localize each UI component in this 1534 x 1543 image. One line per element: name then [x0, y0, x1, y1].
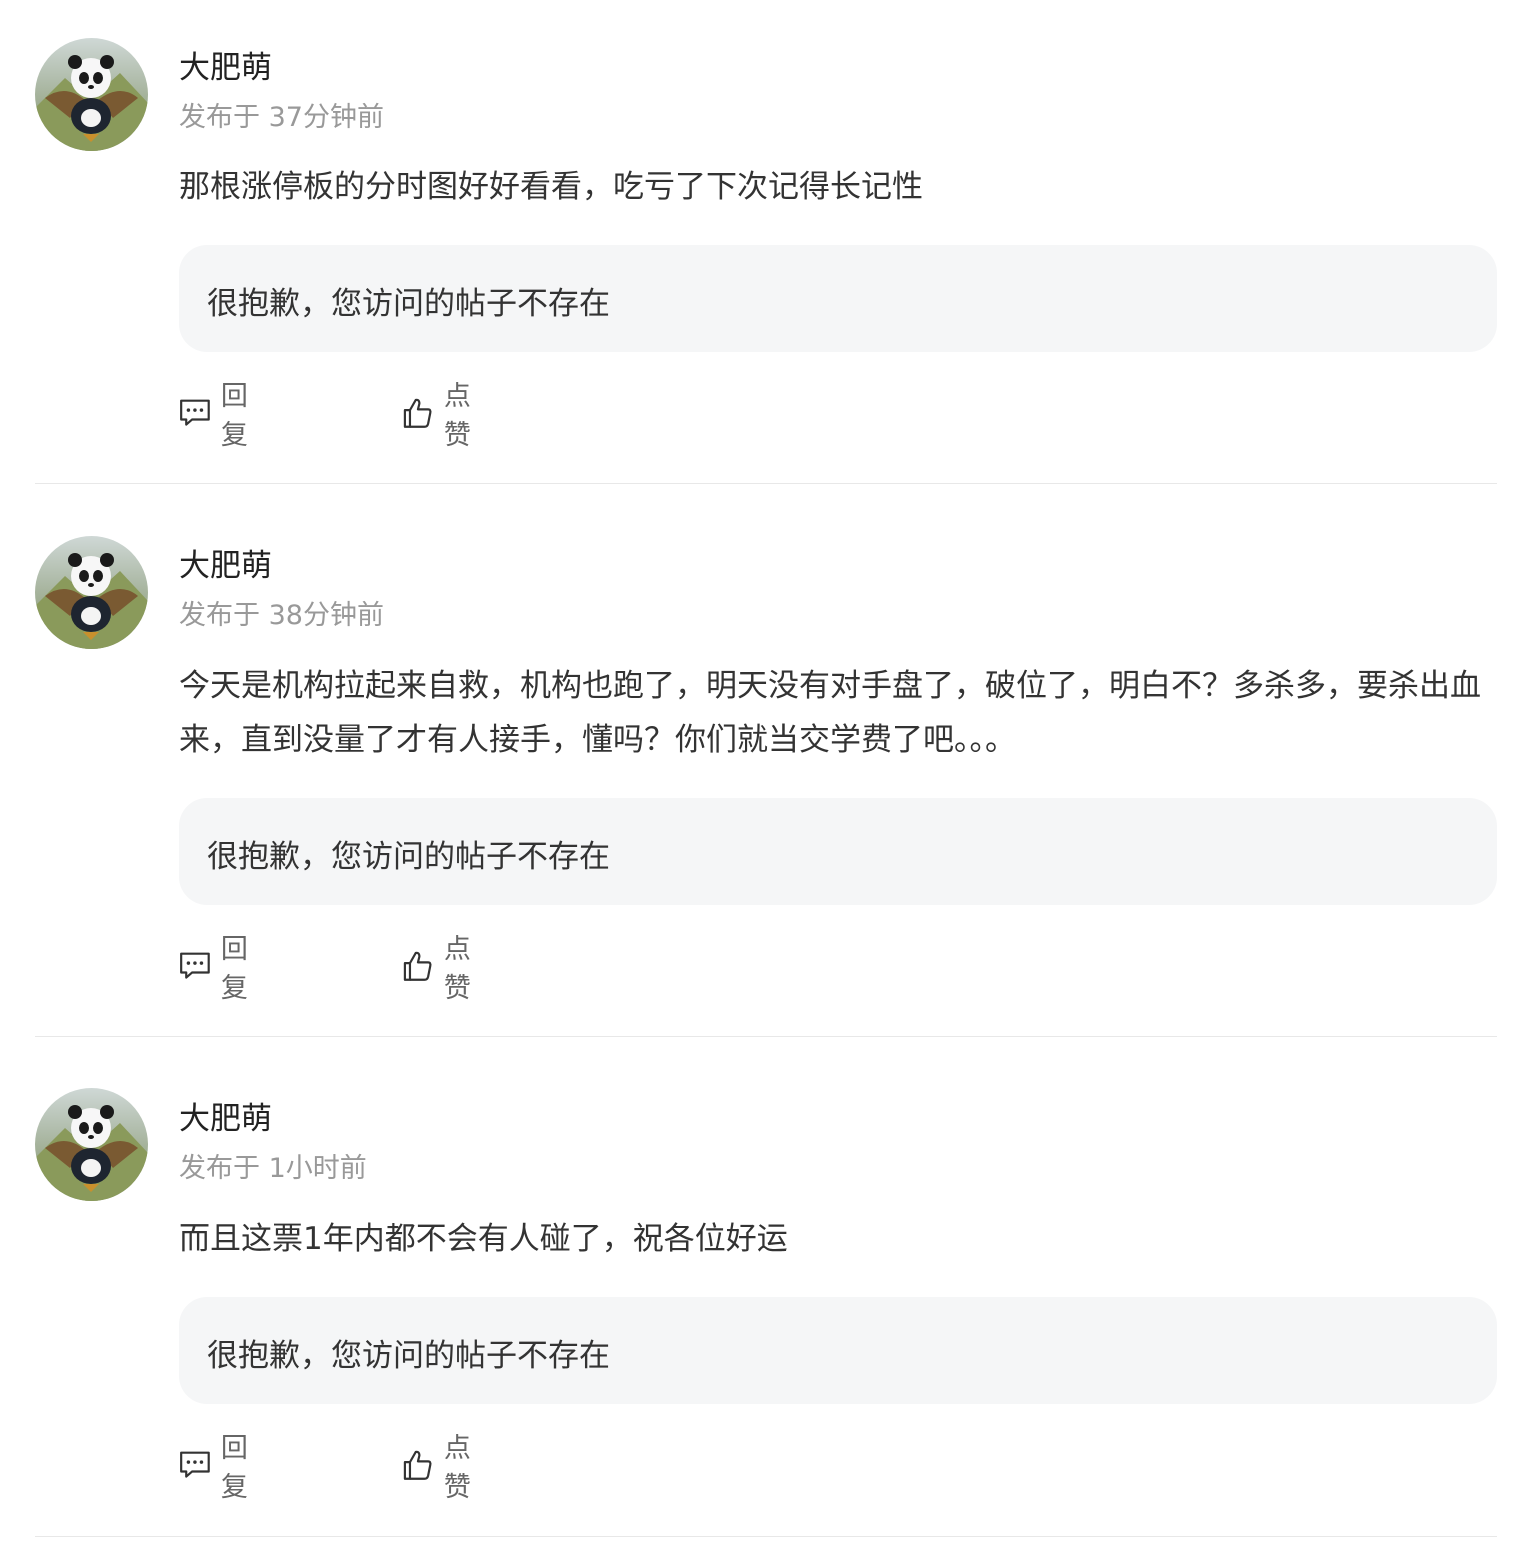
user-avatar[interactable]: [35, 1088, 148, 1201]
comment-icon: [180, 952, 210, 979]
user-avatar[interactable]: [35, 536, 148, 649]
like-button[interactable]: 点赞: [402, 1433, 483, 1503]
thumbs-up-icon: [403, 1450, 432, 1480]
post-time: 发布于 37分钟前: [179, 102, 384, 133]
username[interactable]: 大肥萌: [179, 42, 272, 87]
reply-button[interactable]: 回复: [179, 381, 260, 451]
comment-text: 今天是机构拉起来自救，机构也跑了，明天没有对手盘了，破位了，明白不？多杀多，要杀…: [179, 668, 1481, 758]
quoted-post[interactable]: 很抱歉，您访问的帖子不存在: [179, 1297, 1497, 1404]
comment-item: 大肥萌 发布于 38分钟前 今天是机构拉起来自救，机构也跑了，明天没有对手盘了，…: [0, 484, 1534, 1037]
quoted-post-text: 很抱歉，您访问的帖子不存在: [207, 839, 610, 875]
reply-label: 回复: [220, 1433, 248, 1503]
user-avatar[interactable]: [35, 38, 148, 151]
reply-button[interactable]: 回复: [179, 1433, 260, 1503]
comment-text: 那根涨停板的分时图好好看看，吃亏了下次记得长记性: [179, 169, 923, 205]
username[interactable]: 大肥萌: [179, 1093, 272, 1138]
comment-feed: 大肥萌 发布于 37分钟前 那根涨停板的分时图好好看看，吃亏了下次记得长记性 很…: [0, 0, 1534, 1537]
like-label: 点赞: [443, 934, 471, 1004]
like-label: 点赞: [443, 381, 471, 451]
quoted-post-text: 很抱歉，您访问的帖子不存在: [207, 286, 610, 322]
panda-avatar-icon: [35, 536, 148, 649]
comment-item: 大肥萌 发布于 1小时前 而且这票1年内都不会有人碰了，祝各位好运 很抱歉，您访…: [0, 1037, 1534, 1537]
panda-avatar-icon: [35, 38, 148, 151]
quoted-post[interactable]: 很抱歉，您访问的帖子不存在: [179, 245, 1497, 352]
like-label: 点赞: [443, 1433, 471, 1503]
thumbs-up-icon: [403, 951, 432, 981]
username[interactable]: 大肥萌: [179, 540, 272, 585]
thumbs-up-icon: [403, 398, 432, 428]
post-time: 发布于 1小时前: [179, 1153, 367, 1184]
quoted-post-text: 很抱歉，您访问的帖子不存在: [207, 1338, 610, 1374]
panda-avatar-icon: [35, 1088, 148, 1201]
reply-button[interactable]: 回复: [179, 934, 260, 1004]
comment-icon: [180, 1451, 210, 1478]
like-button[interactable]: 点赞: [402, 934, 483, 1004]
post-time: 发布于 38分钟前: [179, 600, 384, 631]
comment-icon: [180, 399, 210, 426]
reply-label: 回复: [220, 934, 248, 1004]
comment-text: 而且这票1年内都不会有人碰了，祝各位好运: [179, 1221, 788, 1257]
comment-item: 大肥萌 发布于 37分钟前 那根涨停板的分时图好好看看，吃亏了下次记得长记性 很…: [0, 0, 1534, 484]
quoted-post[interactable]: 很抱歉，您访问的帖子不存在: [179, 798, 1497, 905]
divider: [35, 1536, 1497, 1537]
reply-label: 回复: [220, 381, 248, 451]
like-button[interactable]: 点赞: [402, 381, 483, 451]
